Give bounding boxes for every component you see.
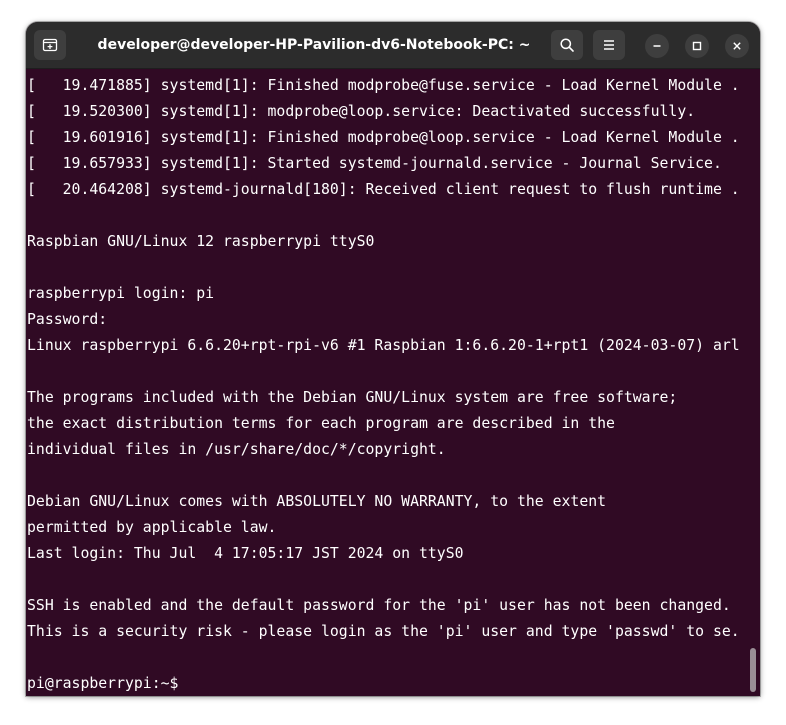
terminal-line: Debian GNU/Linux comes with ABSOLUTELY N… xyxy=(27,493,607,510)
hamburger-menu-icon xyxy=(604,40,614,50)
terminal-line: the exact distribution terms for each pr… xyxy=(27,415,615,432)
minimize-icon xyxy=(653,45,661,47)
scrollbar[interactable] xyxy=(750,648,756,692)
new-tab-button[interactable] xyxy=(34,30,66,60)
maximize-button[interactable] xyxy=(685,34,709,58)
terminal-line: individual files in /usr/share/doc/*/cop… xyxy=(27,441,446,458)
minimize-button[interactable] xyxy=(645,34,669,58)
window-title: developer@developer-HP-Pavilion-dv6-Note… xyxy=(97,37,531,53)
terminal-window: developer@developer-HP-Pavilion-dv6-Note… xyxy=(26,22,760,696)
terminal-lines: [ 19.471885] systemd[1]: Finished modpro… xyxy=(27,73,747,696)
new-tab-icon xyxy=(42,38,58,52)
terminal-line: Raspbian GNU/Linux 12 raspberrypi ttyS0 xyxy=(27,233,375,250)
maximize-icon xyxy=(692,41,702,51)
terminal-line: This is a security risk - please login a… xyxy=(27,623,740,640)
terminal-line: [ 20.464208] systemd-journald[180]: Rece… xyxy=(27,181,740,198)
title-bar[interactable]: developer@developer-HP-Pavilion-dv6-Note… xyxy=(26,22,760,69)
terminal-line: raspberrypi login: pi xyxy=(27,285,215,302)
search-icon xyxy=(560,38,574,52)
terminal-line: SSH is enabled and the default password … xyxy=(27,597,731,614)
menu-button[interactable] xyxy=(593,30,625,60)
terminal-line: permitted by applicable law. xyxy=(27,519,277,536)
terminal-line: [ 19.520300] systemd[1]: modprobe@loop.s… xyxy=(27,103,696,120)
terminal-line: The programs included with the Debian GN… xyxy=(27,389,678,406)
terminal-line: [ 19.657933] systemd[1]: Started systemd… xyxy=(27,155,722,172)
search-button[interactable] xyxy=(551,30,583,60)
close-icon xyxy=(733,42,741,50)
terminal-output-area[interactable]: [ 19.471885] systemd[1]: Finished modpro… xyxy=(26,70,760,696)
shell-prompt: pi@raspberrypi:~$ xyxy=(27,675,179,692)
terminal-line: Password: xyxy=(27,311,108,328)
terminal-line: Last login: Thu Jul 4 17:05:17 JST 2024 … xyxy=(27,545,464,562)
terminal-line: Linux raspberrypi 6.6.20+rpt-rpi-v6 #1 R… xyxy=(27,337,740,354)
terminal-line: [ 19.601916] systemd[1]: Finished modpro… xyxy=(27,129,740,146)
close-button[interactable] xyxy=(725,34,749,58)
terminal-line: [ 19.471885] systemd[1]: Finished modpro… xyxy=(27,77,740,94)
